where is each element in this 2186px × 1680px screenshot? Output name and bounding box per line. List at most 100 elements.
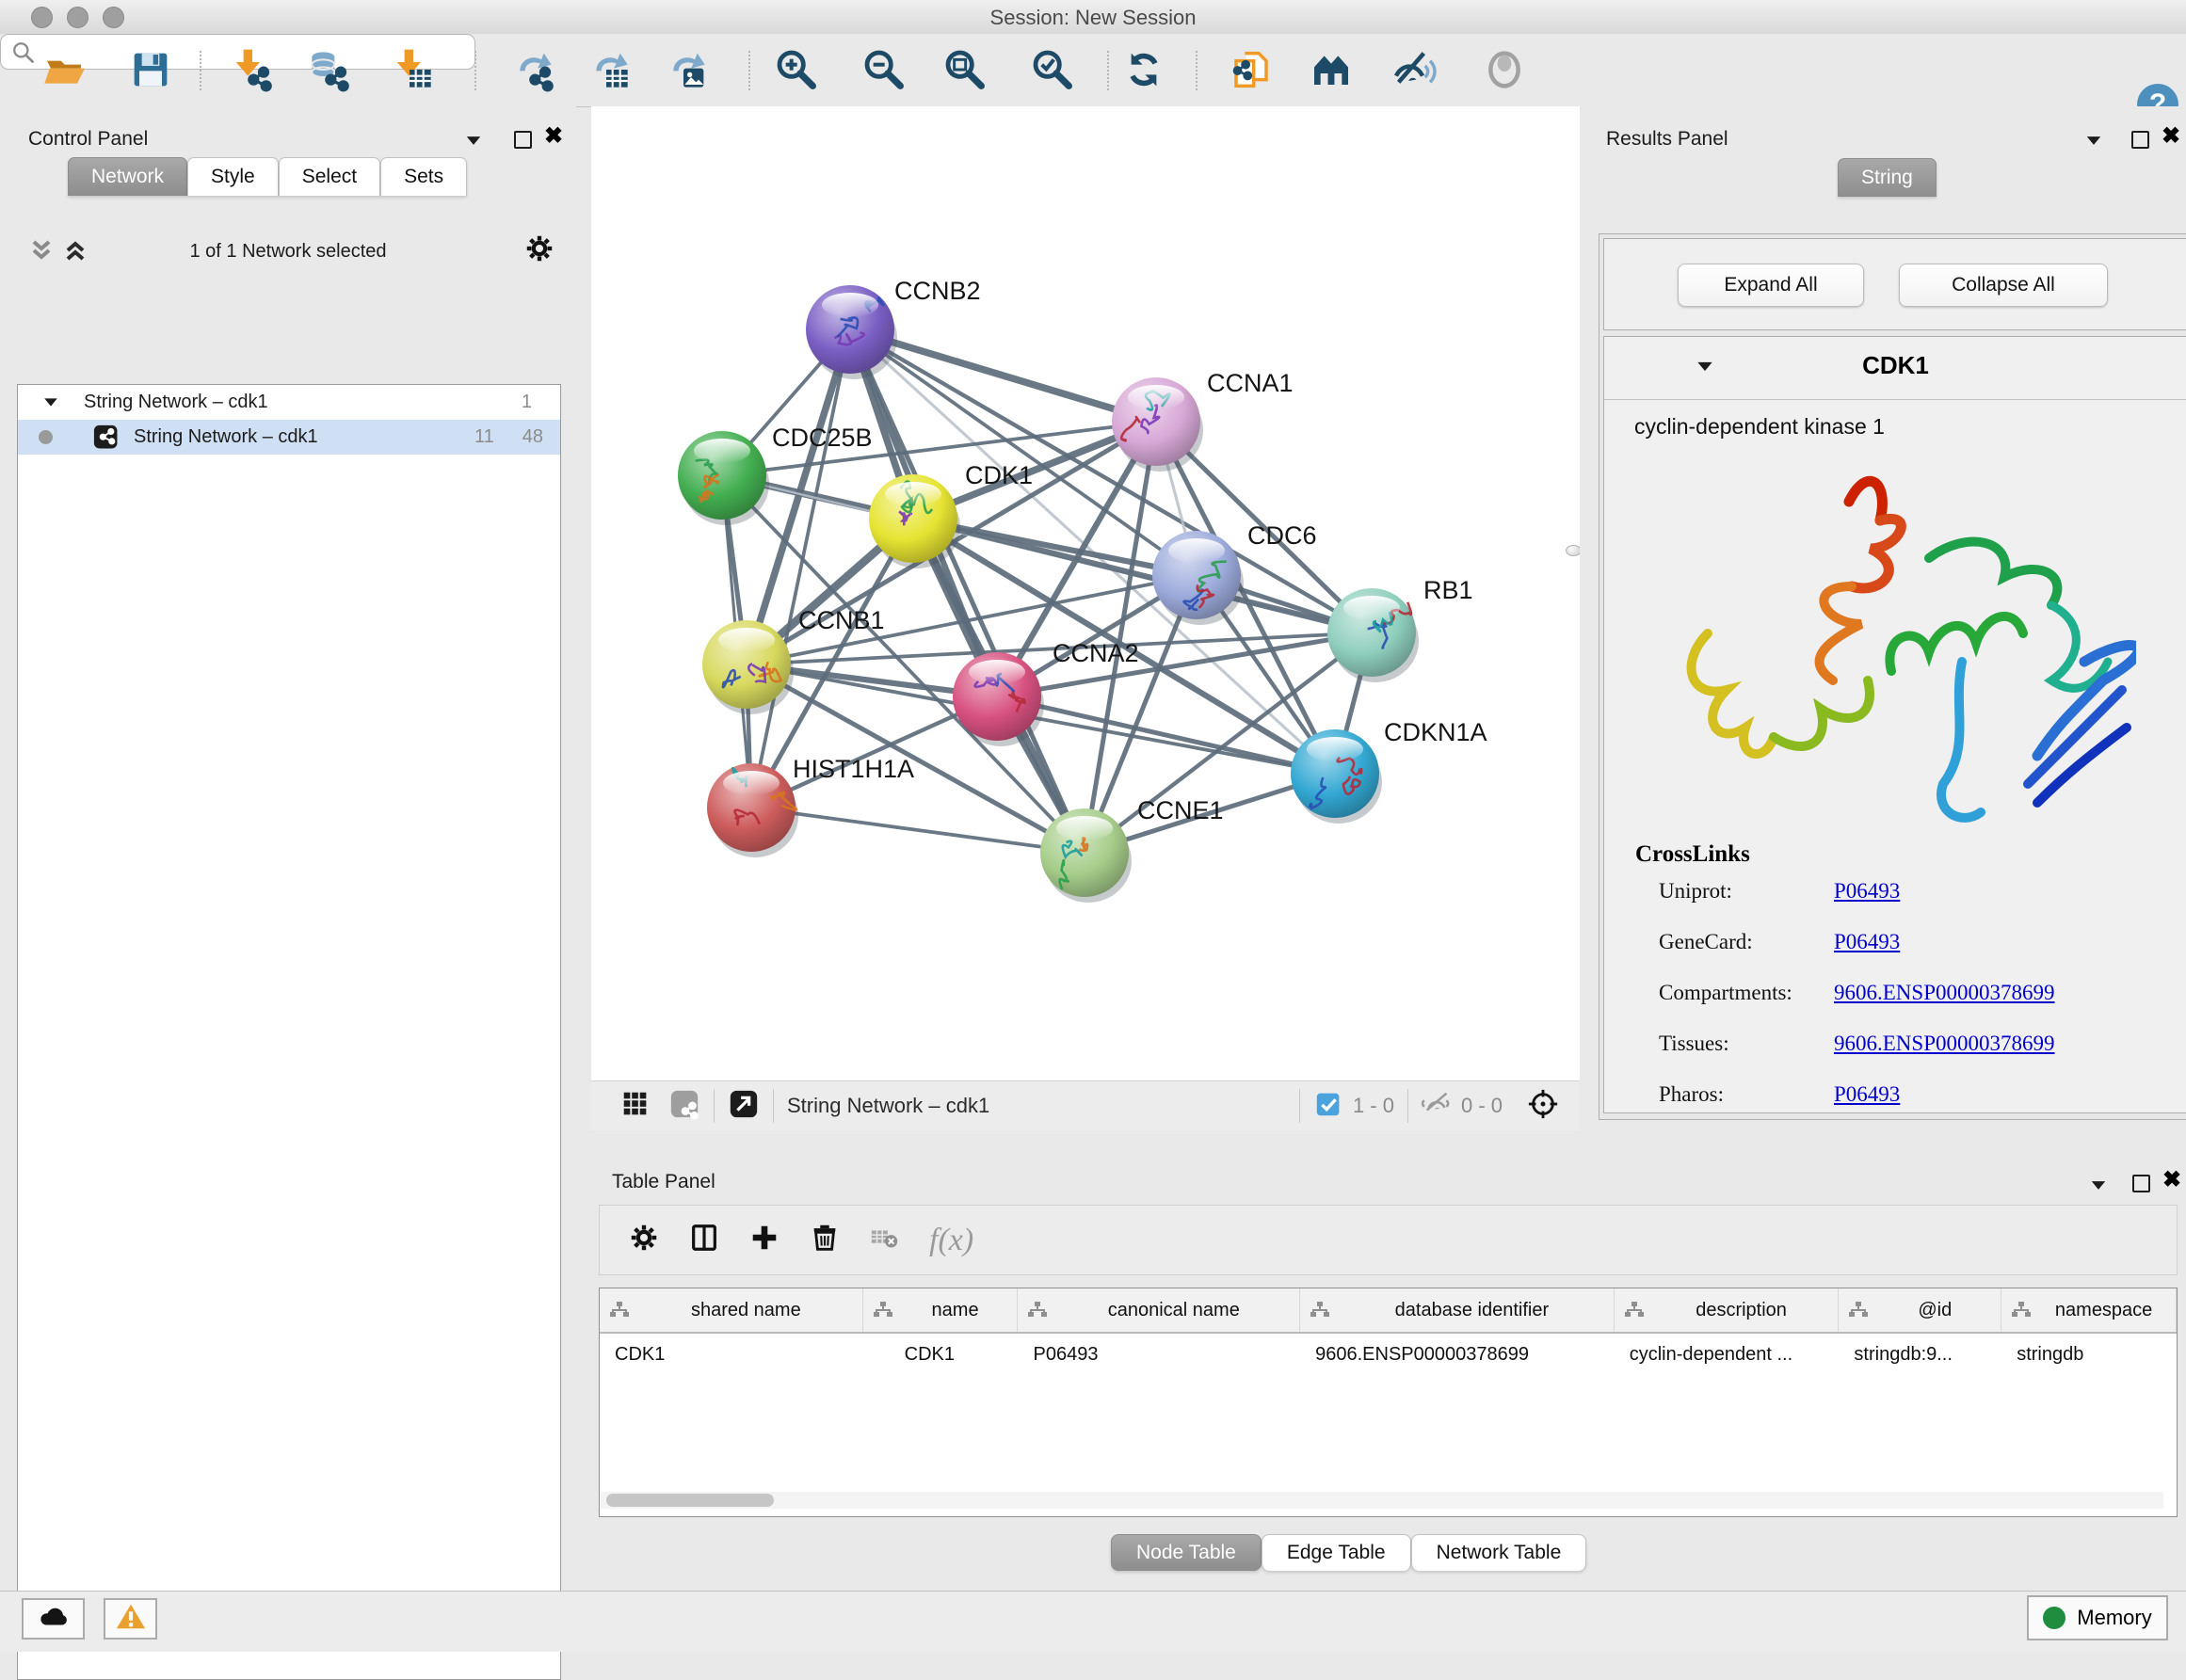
network-node-rb1[interactable] — [1327, 588, 1419, 682]
network-node-cdc6[interactable] — [1152, 531, 1244, 625]
network-thumbnail-icon[interactable] — [668, 1088, 700, 1125]
results-panel-title: Results Panel — [1606, 128, 1728, 151]
import-network-icon[interactable] — [230, 47, 275, 92]
hidden-eye-icon[interactable] — [1422, 1088, 1454, 1125]
table-panel-menu-arrow[interactable] — [2090, 1180, 2107, 1191]
network-node-cdkn1a[interactable] — [1291, 729, 1382, 824]
table-panel-close-icon[interactable]: ✖ — [2162, 1166, 2181, 1193]
results-panel-menu-arrow[interactable] — [2085, 136, 2102, 146]
open-file-icon[interactable] — [43, 47, 88, 92]
column-header-canonicalname[interactable]: canonical name — [1018, 1288, 1300, 1332]
tree-expander-icon[interactable] — [44, 398, 57, 406]
warning-button[interactable] — [104, 1598, 157, 1640]
network-selection-status: 1 of 1 Network selected — [0, 241, 576, 263]
column-header-description[interactable]: description — [1615, 1288, 1840, 1332]
zoom-selected-icon[interactable] — [1030, 47, 1075, 92]
column-header-sharedname[interactable]: shared name — [600, 1288, 863, 1332]
tab-node-table[interactable]: Node Table — [1111, 1534, 1262, 1571]
network-node-ccna1[interactable] — [1112, 377, 1203, 472]
tab-edge-table[interactable]: Edge Table — [1262, 1534, 1411, 1571]
refresh-icon[interactable] — [1121, 47, 1166, 92]
crosslink-value-link[interactable]: 9606.ENSP00000378699 — [1834, 1032, 2055, 1056]
result-entry-header[interactable]: CDK1 — [1604, 337, 2186, 400]
tab-network[interactable]: Network — [68, 157, 187, 196]
control-panel-float-icon[interactable] — [514, 131, 532, 149]
protein-structure-image — [1656, 450, 2136, 826]
export-network-icon[interactable] — [511, 47, 556, 92]
network-node-cdc25b[interactable] — [678, 431, 769, 525]
network-edge[interactable] — [751, 808, 1085, 853]
expand-all-button[interactable]: Expand All — [1678, 264, 1864, 307]
collapse-all-button[interactable]: Collapse All — [1899, 264, 2108, 307]
clone-network-icon[interactable] — [1229, 47, 1274, 92]
column-header-id[interactable]: @id — [1839, 1288, 2001, 1332]
tab-style[interactable]: Style — [187, 157, 279, 196]
tab-network-table[interactable]: Network Table — [1411, 1534, 1587, 1571]
crosslink-value-link[interactable]: P06493 — [1834, 879, 1900, 904]
control-panel-close-icon[interactable]: ✖ — [544, 122, 563, 150]
first-neighbors-icon[interactable] — [1310, 47, 1356, 92]
node-label: CCNB1 — [798, 606, 885, 634]
toolbar-separator — [474, 51, 476, 90]
hide-display-icon[interactable] — [1392, 47, 1438, 92]
network-node-hist1h1a[interactable] — [707, 763, 798, 857]
network-tree-root-row[interactable]: String Network – cdk1 1 — [18, 385, 560, 420]
table-panel: Table Panel ✖ f(x) shared namenamecanoni… — [586, 1139, 2186, 1591]
network-edge[interactable] — [997, 696, 1335, 774]
grid-view-icon[interactable] — [619, 1088, 651, 1125]
tab-string[interactable]: String — [1838, 158, 1937, 197]
network-options-gear-icon[interactable] — [523, 232, 555, 269]
search-icon — [10, 40, 35, 64]
add-column-icon[interactable] — [748, 1222, 780, 1258]
crosslink-value-link[interactable]: P06493 — [1834, 1082, 1900, 1107]
results-panel-close-icon[interactable]: ✖ — [2162, 122, 2180, 150]
export-image-icon[interactable] — [665, 47, 710, 92]
selected-checkbox-icon[interactable] — [1313, 1088, 1345, 1125]
crosslink-value-link[interactable]: 9606.ENSP00000378699 — [1834, 981, 2055, 1005]
zoom-fit-icon[interactable] — [942, 47, 988, 92]
table-row[interactable]: CDK1CDK1P064939606.ENSP00000378699cyclin… — [600, 1334, 2177, 1375]
column-header-namespace[interactable]: namespace — [2001, 1288, 2177, 1332]
network-edge[interactable] — [751, 329, 850, 808]
zoom-out-icon[interactable] — [861, 47, 907, 92]
column-header-name[interactable]: name — [863, 1288, 1019, 1332]
results-panel-float-icon[interactable] — [2131, 131, 2149, 149]
network-node-cdk1[interactable] — [869, 474, 960, 568]
crosshair-icon[interactable] — [1527, 1088, 1559, 1125]
zoom-in-icon[interactable] — [774, 47, 819, 92]
delete-column-icon[interactable] — [809, 1222, 841, 1258]
result-entry-cdk1: CDK1 cyclin-dependent kinase 1 — [1603, 336, 2186, 1113]
scrollbar-thumb[interactable] — [606, 1494, 774, 1507]
import-database-icon[interactable] — [307, 47, 352, 92]
network-collection-label: String Network – cdk1 — [84, 392, 268, 413]
memory-button[interactable]: Memory — [2027, 1595, 2168, 1640]
birdseye-view-icon[interactable] — [728, 1088, 760, 1125]
crosslink-row: Compartments:9606.ENSP00000378699 — [1659, 968, 2167, 1018]
table-horizontal-scrollbar[interactable] — [601, 1492, 2163, 1509]
crosslink-value-link[interactable]: P06493 — [1834, 930, 1900, 954]
network-graph[interactable]: CCNB2CCNA1CDC25BCDK1CDC6RB1CCNB1CCNA2CDK… — [591, 106, 1580, 1080]
tab-sets[interactable]: Sets — [380, 157, 467, 196]
table-cell: P06493 — [1019, 1334, 1301, 1375]
network-tree-row-selected[interactable]: String Network – cdk1 11 48 — [18, 420, 560, 455]
status-bar: Memory — [0, 1591, 2186, 1652]
save-session-icon[interactable] — [128, 47, 173, 92]
network-view-canvas[interactable]: CCNB2CCNA1CDC25BCDK1CDC6RB1CCNB1CCNA2CDK… — [591, 106, 1580, 1080]
table-gear-icon[interactable] — [628, 1222, 660, 1258]
node-table[interactable]: shared namenamecanonical namedatabase id… — [599, 1288, 2178, 1517]
column-header-databaseidentifier[interactable]: database identifier — [1300, 1288, 1615, 1332]
import-table-icon[interactable] — [391, 47, 436, 92]
control-panel-menu-arrow[interactable] — [465, 136, 482, 146]
network-node-ccne1[interactable] — [1040, 808, 1132, 903]
cloud-button[interactable] — [22, 1598, 85, 1640]
entry-description: cyclin-dependent kinase 1 — [1634, 414, 1885, 440]
window-title: Session: New Session — [0, 6, 2186, 30]
show-display-icon — [1482, 47, 1527, 92]
crosslink-label: Pharos: — [1659, 1082, 1834, 1107]
table-panel-float-icon[interactable] — [2132, 1175, 2150, 1192]
show-columns-icon[interactable] — [688, 1222, 720, 1258]
tab-select[interactable]: Select — [279, 157, 380, 196]
export-table-icon[interactable] — [587, 47, 633, 92]
function-builder-icon: f(x) — [929, 1223, 973, 1258]
network-icon — [92, 424, 121, 452]
